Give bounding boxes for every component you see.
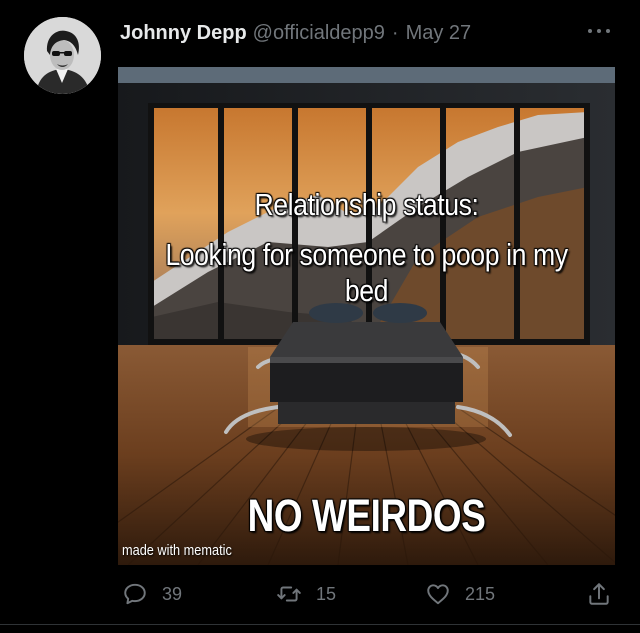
separator-dot: · (391, 21, 399, 44)
more-icon[interactable] (588, 24, 612, 38)
share-icon (589, 583, 609, 605)
avatar-photo (24, 17, 101, 94)
reply-icon (124, 583, 146, 605)
like-count: 215 (465, 583, 496, 604)
tweet-header: Johnny Depp @officialdepp9 · May 27 (120, 19, 471, 47)
divider (0, 624, 640, 625)
tweet-date[interactable]: May 27 (406, 22, 472, 45)
meme-bottom-text: NO WEIRDOS (247, 490, 486, 541)
like-button[interactable]: 215 (425, 578, 495, 610)
share-button[interactable] (586, 578, 612, 610)
tweet-actions: 39 15 215 (0, 578, 640, 610)
author-name[interactable]: Johnny Depp (120, 22, 247, 45)
tweet: Johnny Depp @officialdepp9 · May 27 Rela… (0, 0, 640, 633)
avatar[interactable] (24, 17, 101, 94)
heart-icon (427, 584, 449, 605)
retweet-icon (277, 586, 301, 602)
mematic-watermark: made with mematic (122, 542, 232, 559)
retweet-count: 15 (316, 583, 337, 604)
retweet-button[interactable]: 15 (276, 578, 336, 610)
reply-button[interactable]: 39 (122, 578, 182, 610)
author-handle[interactable]: @officialdepp9 (253, 22, 385, 45)
meme-top-text-line2: Looking for someone to poop in my bed (165, 237, 568, 308)
meme-top-text-line1: Relationship status: (254, 187, 479, 222)
reply-count: 39 (162, 583, 183, 604)
